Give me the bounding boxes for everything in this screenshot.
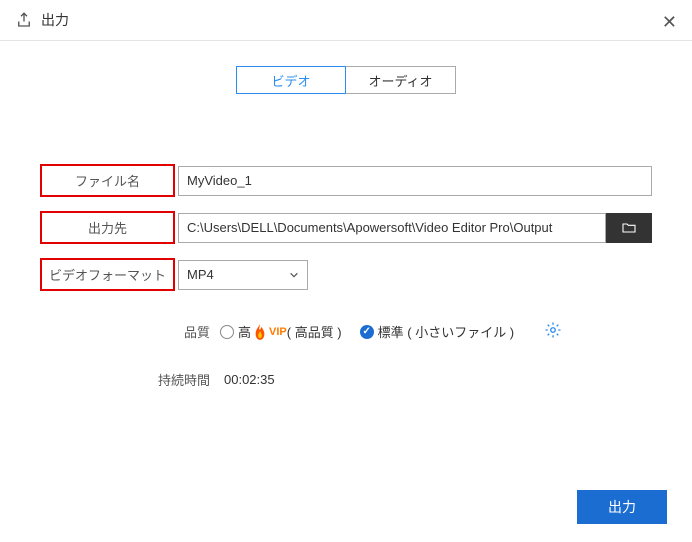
browse-button[interactable] [606, 213, 652, 243]
filename-input[interactable] [178, 166, 652, 196]
chevron-down-icon [289, 270, 299, 280]
format-row: ビデオフォーマット MP4 [40, 258, 652, 291]
duration-row: 持続時間 00:02:35 [40, 370, 652, 389]
export-icon [15, 11, 33, 29]
quality-high-radio[interactable]: 高 VIP ( 高品質 ) [220, 322, 342, 341]
output-label: 出力先 [40, 211, 175, 244]
filename-label: ファイル名 [40, 164, 175, 197]
dialog-footer: 出力 [577, 490, 667, 524]
vip-badge: VIP [269, 326, 287, 338]
format-label: ビデオフォーマット [40, 258, 175, 291]
quality-high-text: 高 [238, 322, 251, 341]
dialog-header: 出力 ✕ [0, 0, 692, 41]
export-button[interactable]: 出力 [577, 490, 667, 524]
quality-high-suffix: ( 高品質 ) [287, 322, 342, 341]
tab-bar: ビデオ オーディオ [0, 66, 692, 94]
output-row: 出力先 [40, 211, 652, 244]
quality-row: 品質 高 VIP ( 高品質 ) 標準 ( 小さいファイル ) [40, 321, 652, 342]
tab-audio[interactable]: オーディオ [346, 66, 456, 94]
filename-row: ファイル名 [40, 164, 652, 197]
format-select[interactable]: MP4 [178, 260, 308, 290]
duration-label: 持続時間 [140, 370, 210, 389]
folder-icon [619, 220, 639, 236]
radio-unchecked-icon [220, 325, 234, 339]
duration-value: 00:02:35 [224, 372, 275, 387]
quality-label: 品質 [140, 322, 210, 341]
quality-standard-radio[interactable]: 標準 ( 小さいファイル ) [360, 322, 515, 341]
flame-icon [253, 323, 267, 341]
quality-standard-text: 標準 ( 小さいファイル ) [378, 322, 515, 341]
export-form: ファイル名 出力先 ビデオフォーマット MP4 品質 高 [0, 164, 692, 389]
dialog-title: 出力 [41, 10, 69, 30]
radio-checked-icon [360, 325, 374, 339]
close-button[interactable]: ✕ [662, 12, 677, 33]
tab-video[interactable]: ビデオ [236, 66, 346, 94]
format-value: MP4 [187, 267, 214, 282]
output-path-input[interactable] [178, 213, 606, 243]
settings-button[interactable] [544, 321, 562, 342]
